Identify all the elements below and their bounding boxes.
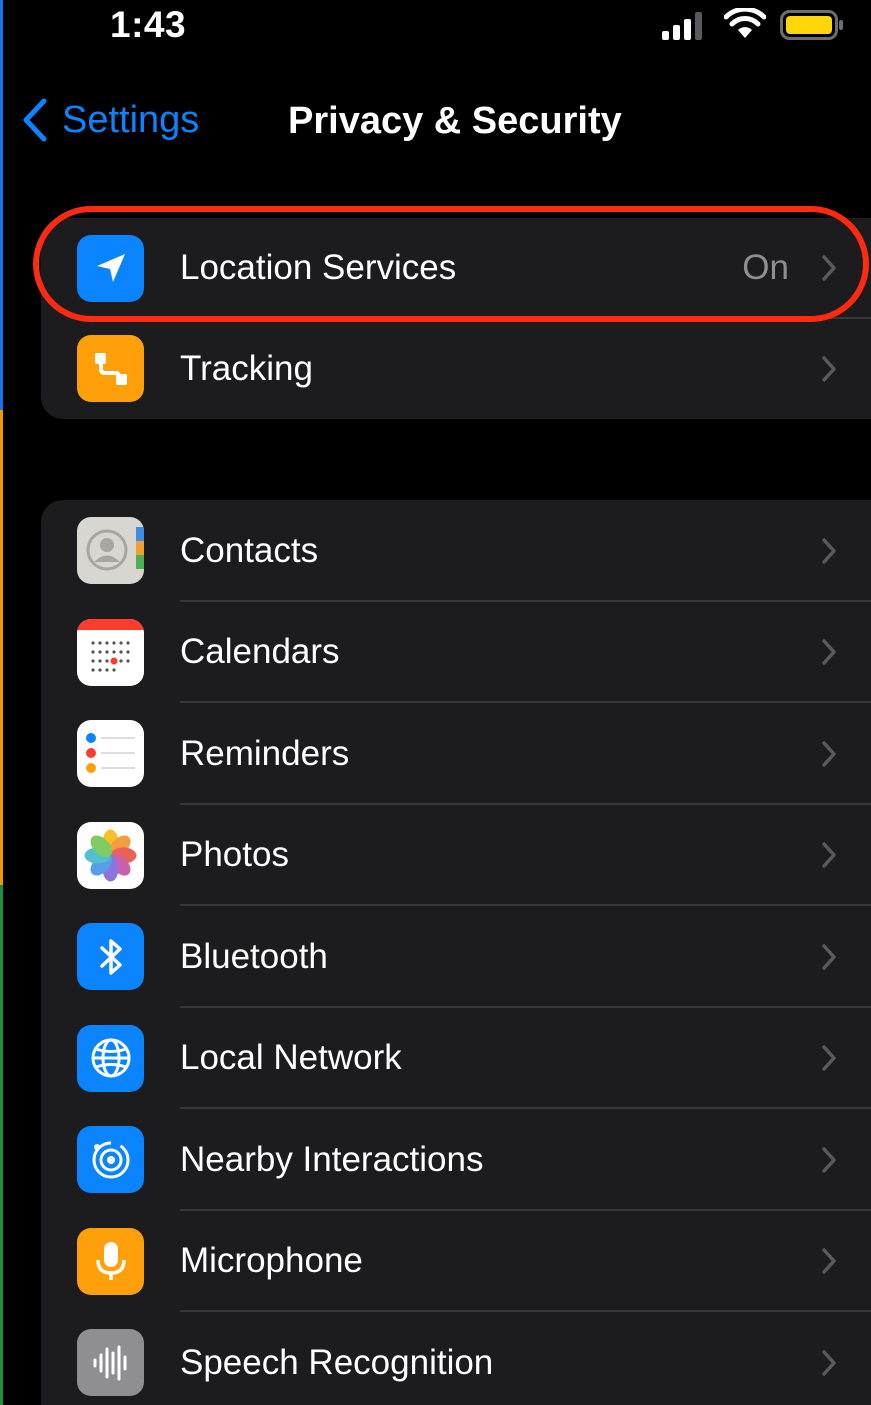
chevron-right-icon (822, 1350, 836, 1376)
row-label: Photos (180, 835, 289, 875)
settings-group-permissions: Contacts Calendars Reminders Photos Blue… (41, 500, 871, 1405)
cellular-signal-icon (662, 12, 702, 40)
row-value: On (742, 248, 789, 288)
row-label: Bluetooth (180, 936, 328, 976)
row-contacts[interactable]: Contacts (41, 500, 871, 602)
row-label: Local Network (180, 1038, 402, 1078)
contacts-icon (77, 517, 144, 585)
row-label: Location Services (180, 248, 457, 288)
row-nearby-interactions[interactable]: Nearby Interactions (41, 1109, 871, 1211)
row-label: Reminders (180, 733, 350, 773)
settings-group-location: Location Services On Tracking (41, 218, 871, 419)
photos-icon (77, 821, 144, 889)
row-local-network[interactable]: Local Network (41, 1008, 871, 1109)
chevron-right-icon (822, 1045, 836, 1071)
chevron-right-icon (822, 842, 836, 868)
row-label: Microphone (180, 1241, 363, 1281)
row-tracking[interactable]: Tracking (41, 319, 871, 420)
calendar-icon (77, 618, 144, 686)
row-photos[interactable]: Photos (41, 805, 871, 906)
battery-icon (780, 10, 843, 40)
chevron-right-icon (822, 1147, 836, 1173)
status-time: 1:43 (110, 4, 187, 45)
chevron-right-icon (822, 1248, 836, 1274)
left-edge-blue (0, 0, 3, 410)
microphone-icon (77, 1227, 144, 1295)
row-bluetooth[interactable]: Bluetooth (41, 906, 871, 1008)
tracking-icon (77, 335, 144, 403)
chevron-left-icon (23, 98, 47, 142)
row-reminders[interactable]: Reminders (41, 703, 871, 805)
chevron-right-icon (822, 255, 836, 281)
status-bar: 1:43 (0, 0, 871, 60)
back-button[interactable]: Settings (22, 98, 199, 142)
chevron-right-icon (822, 538, 836, 564)
chevron-right-icon (822, 639, 836, 665)
wifi-icon (724, 8, 766, 38)
left-edge-orange (0, 410, 3, 885)
reminders-icon (77, 720, 144, 788)
page-title: Privacy & Security (288, 100, 622, 142)
globe-icon (77, 1024, 144, 1092)
row-label: Contacts (180, 530, 319, 570)
waveform-icon (77, 1329, 144, 1397)
chevron-right-icon (822, 356, 836, 382)
row-label: Nearby Interactions (180, 1139, 484, 1179)
chevron-right-icon (822, 944, 836, 970)
back-label: Settings (62, 98, 200, 141)
row-speech-recognition[interactable]: Speech Recognition (41, 1312, 871, 1405)
nearby-interactions-icon (77, 1126, 144, 1194)
row-label: Tracking (180, 348, 313, 388)
bluetooth-icon (77, 923, 144, 991)
navigation-bar: Settings Privacy & Security (0, 88, 871, 163)
row-label: Speech Recognition (180, 1342, 494, 1382)
location-arrow-icon (77, 234, 144, 302)
left-edge-green (0, 885, 3, 1405)
row-microphone[interactable]: Microphone (41, 1211, 871, 1312)
chevron-right-icon (822, 741, 836, 767)
row-calendars[interactable]: Calendars (41, 602, 871, 703)
row-label: Calendars (180, 632, 340, 672)
row-location-services[interactable]: Location Services On (41, 218, 871, 319)
